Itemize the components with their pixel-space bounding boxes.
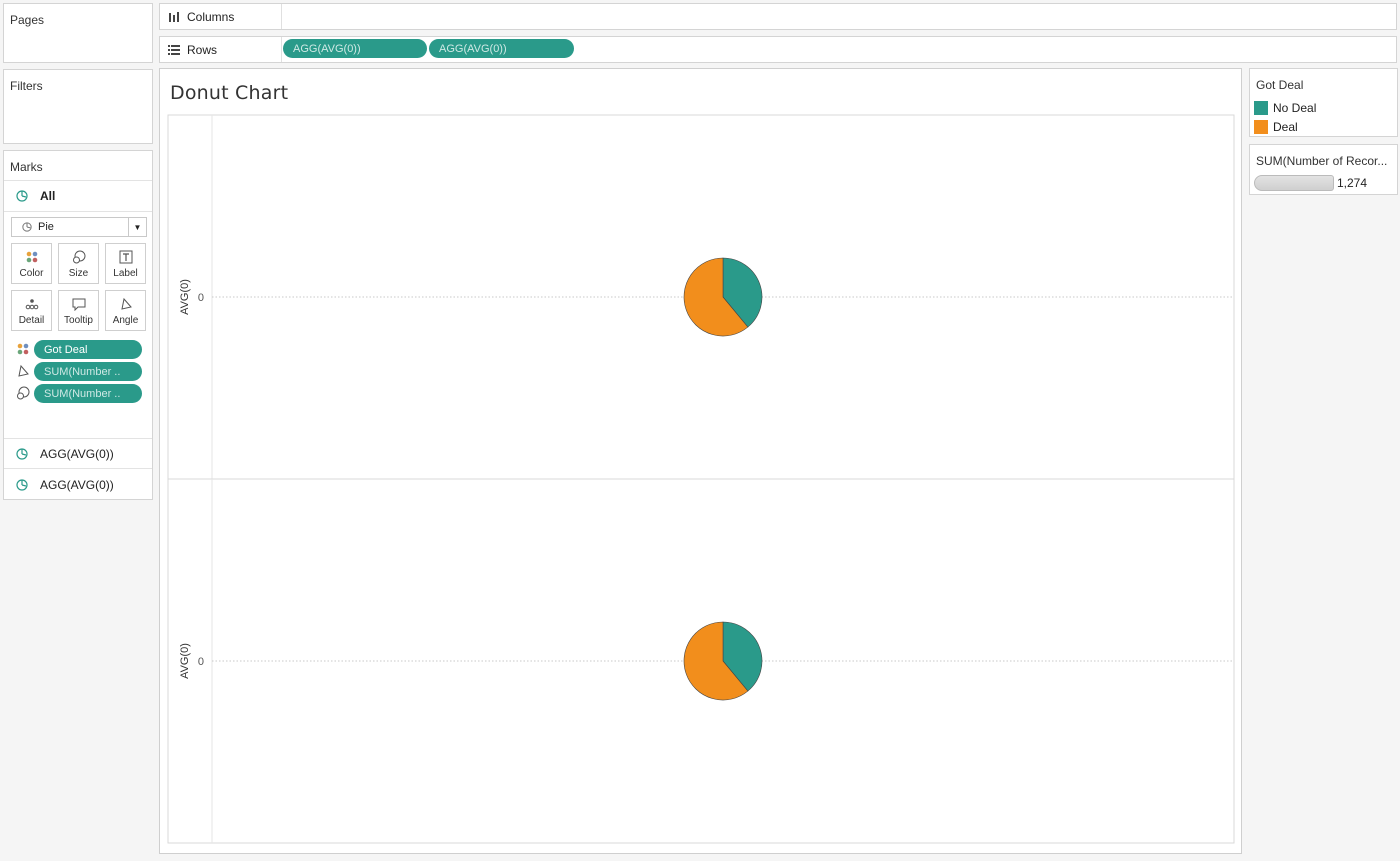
rows-icon	[168, 44, 180, 55]
color-button[interactable]: Color	[11, 243, 52, 284]
pie-mark-icon	[16, 447, 28, 460]
y-axis-tick-label: 0	[198, 292, 204, 304]
filters-shelf[interactable]: Filters	[3, 69, 153, 144]
y-axis-tick-label: 0	[198, 656, 204, 668]
pie-mark-icon	[22, 222, 32, 232]
angle-button-label: Angle	[112, 315, 139, 326]
legend-label: No Deal	[1273, 101, 1317, 115]
size-button[interactable]: Size	[58, 243, 99, 284]
size-icon	[72, 250, 85, 264]
pie-mark-icon	[16, 478, 28, 491]
color-dots-icon	[17, 343, 29, 355]
marks-card-agg-avg-2[interactable]: AGG(AVG(0))	[4, 469, 152, 500]
legend-item-no-deal[interactable]: No Deal	[1254, 100, 1316, 116]
rows-pill-agg-avg-2[interactable]: AGG(AVG(0))	[429, 39, 574, 58]
rows-pill-agg-avg-1[interactable]: AGG(AVG(0))	[283, 39, 427, 58]
columns-icon	[169, 11, 179, 22]
pages-shelf[interactable]: Pages	[3, 3, 153, 63]
y-axis-title: AVG(0)	[179, 643, 191, 679]
marks-card-label: AGG(AVG(0))	[40, 446, 114, 461]
size-button-label: Size	[68, 268, 89, 279]
tooltip-button[interactable]: Tooltip	[58, 290, 99, 331]
marks-card-label: AGG(AVG(0))	[40, 477, 114, 492]
color-dots-icon	[26, 251, 37, 263]
mark-type-value: Pie	[38, 221, 54, 233]
angle-icon	[120, 297, 132, 310]
y-axis-title: AVG(0)	[179, 279, 191, 315]
legend-swatch-no-deal	[1254, 101, 1268, 115]
rows-shelf[interactable]: Rows AGG(AVG(0)) AGG(AVG(0))	[159, 36, 1397, 63]
chevron-down-icon[interactable]: ▼	[128, 218, 146, 236]
marks-card-agg-avg-1[interactable]: AGG(AVG(0))	[4, 438, 152, 469]
mark-type-dropdown[interactable]: Pie ▼	[11, 217, 147, 237]
angle-measure-pill[interactable]: SUM(Number ..	[34, 362, 142, 381]
legend-label: Deal	[1273, 120, 1298, 134]
size-legend-bar	[1254, 175, 1334, 191]
legend-item-deal[interactable]: Deal	[1254, 119, 1298, 135]
legend-title: Got Deal	[1256, 78, 1304, 92]
tooltip-button-label: Tooltip	[64, 315, 93, 326]
worksheet-view: Donut Chart AVG(0) 0 AVG(0) 0	[159, 68, 1242, 854]
pie-mark-icon	[16, 190, 28, 202]
size-measure-pill[interactable]: SUM(Number ..	[34, 384, 142, 403]
rows-label: Rows	[187, 42, 218, 57]
got-deal-pill[interactable]: Got Deal	[34, 340, 142, 359]
marks-all-tab[interactable]: All	[4, 181, 152, 212]
angle-button[interactable]: Angle	[105, 290, 146, 331]
size-icon	[17, 386, 30, 400]
marks-all-label: All	[40, 189, 56, 203]
rows-shelf-label: Rows	[160, 37, 282, 62]
tooltip-icon	[72, 298, 85, 311]
size-legend-value: 1,274	[1337, 176, 1368, 190]
filters-title: Filters	[10, 79, 43, 93]
label-button[interactable]: Label	[105, 243, 146, 284]
color-legend: Got Deal No Deal Deal	[1249, 68, 1398, 137]
detail-icon	[25, 299, 38, 310]
chart-area[interactable]: AVG(0) 0 AVG(0) 0	[160, 69, 1243, 855]
label-icon	[119, 250, 132, 264]
legend-swatch-deal	[1254, 120, 1268, 134]
color-button-label: Color	[19, 268, 44, 279]
size-legend: SUM(Number of Recor... 1,274	[1249, 144, 1398, 195]
angle-icon	[18, 364, 29, 377]
columns-shelf-label: Columns	[160, 4, 282, 29]
label-button-label: Label	[113, 268, 138, 279]
marks-card: Marks All Pie ▼ Color Size Label Detail …	[3, 150, 153, 500]
marks-title: Marks	[10, 160, 43, 174]
columns-label: Columns	[187, 9, 235, 24]
detail-button[interactable]: Detail	[11, 290, 52, 331]
marks-header: Marks	[4, 151, 152, 181]
detail-button-label: Detail	[18, 315, 45, 326]
columns-shelf[interactable]: Columns	[159, 3, 1397, 30]
size-legend-title: SUM(Number of Recor...	[1256, 154, 1388, 168]
pages-title: Pages	[10, 13, 45, 27]
